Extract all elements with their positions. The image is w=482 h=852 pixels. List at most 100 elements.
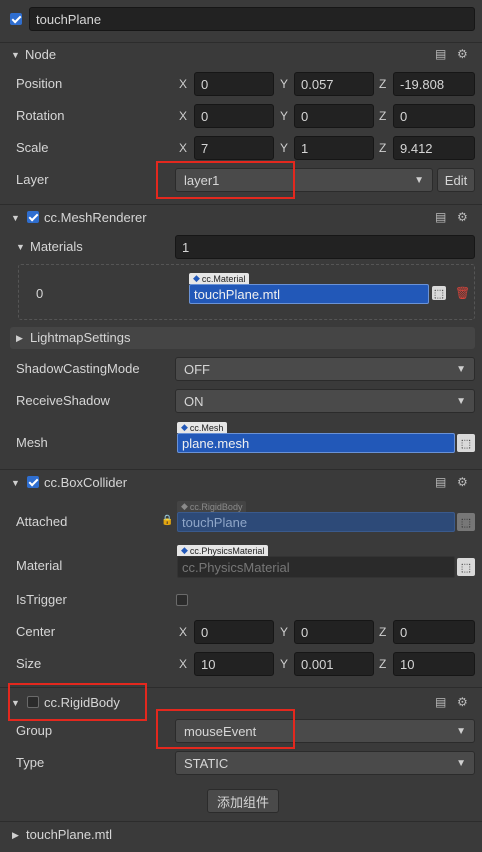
axis-x-label: X — [179, 77, 188, 91]
axis-z-label: Z — [379, 141, 387, 155]
size-label: Size — [16, 656, 42, 671]
axis-x-label: X — [179, 109, 188, 123]
caret-down-icon: ▼ — [414, 174, 424, 186]
lightmap-settings-label: LightmapSettings — [30, 330, 131, 345]
material-type-tag: ◆ cc.Material — [189, 273, 250, 284]
caret-down-icon: ▼ — [456, 725, 466, 737]
triangle-right-icon: ▶ — [16, 333, 23, 343]
boxcollider-collapse-icon[interactable]: ▼ — [11, 478, 20, 488]
scale-x-input[interactable]: 7 — [194, 136, 274, 160]
scale-y-input[interactable]: 1 — [294, 136, 374, 160]
axis-x-label: X — [179, 657, 188, 671]
gear-icon[interactable]: ⚙ — [457, 210, 468, 224]
scale-z-input[interactable]: 9.412 — [393, 136, 475, 160]
axis-z-label: Z — [379, 109, 387, 123]
caret-down-icon: ▼ — [456, 363, 466, 375]
layer-highlight-box — [156, 161, 295, 199]
caret-down-icon: ▼ — [456, 757, 466, 769]
type-label: Type — [16, 755, 45, 770]
material-slot-field[interactable]: touchPlane.mtl — [189, 284, 429, 304]
receive-shadow-label: ReceiveShadow — [16, 393, 110, 408]
rotation-label: Rotation — [16, 108, 65, 123]
mesh-field[interactable]: plane.mesh — [177, 433, 455, 453]
axis-z-label: Z — [379, 657, 387, 671]
gear-icon[interactable]: ⚙ — [457, 47, 468, 61]
triangle-right-icon[interactable]: ▶ — [12, 830, 19, 841]
axis-z-label: Z — [379, 625, 387, 639]
axis-y-label: Y — [280, 625, 289, 639]
boxcollider-title: cc.BoxCollider — [44, 475, 128, 490]
rotation-y-input[interactable]: 0 — [294, 104, 374, 128]
position-label: Position — [16, 76, 63, 91]
size-x-input[interactable]: 10 — [194, 652, 274, 676]
shadow-casting-label: ShadowCastingMode — [16, 361, 140, 376]
add-component-button[interactable]: 添加组件 — [207, 789, 279, 813]
attached-type-tag: ◆ cc.RigidBody — [177, 501, 247, 512]
pick-icon[interactable]: ⬚ — [432, 286, 446, 300]
node-name-input[interactable]: touchPlane — [29, 7, 475, 31]
mesh-type-tag: ◆ cc.Mesh — [177, 422, 228, 433]
receive-shadow-value: ON — [184, 393, 204, 409]
receive-shadow-select[interactable]: ON ▼ — [175, 389, 475, 413]
center-x-input[interactable]: 0 — [194, 620, 274, 644]
position-x-input[interactable]: 0 — [194, 72, 274, 96]
materials-count-input[interactable]: 1 — [175, 235, 475, 259]
axis-y-label: Y — [280, 141, 289, 155]
layer-edit-button[interactable]: Edit — [437, 168, 475, 192]
gear-icon[interactable]: ⚙ — [457, 695, 468, 709]
layer-label: Layer — [16, 172, 49, 187]
center-y-input[interactable]: 0 — [294, 620, 374, 644]
meshrenderer-enabled-checkbox[interactable] — [27, 211, 39, 223]
pick-icon[interactable]: ⬚ — [457, 434, 475, 452]
material-index: 0 — [36, 286, 44, 301]
rigidbody-highlight-box — [8, 683, 147, 721]
materials-label: Materials — [30, 239, 83, 254]
position-y-input[interactable]: 0.057 — [294, 72, 374, 96]
lock-icon: 🔒 — [161, 515, 174, 526]
caret-down-icon: ▼ — [456, 395, 466, 407]
type-select[interactable]: STATIC ▼ — [175, 751, 475, 775]
center-label: Center — [16, 624, 56, 639]
collider-material-type-tag: ◆ cc.PhysicsMaterial — [177, 545, 269, 556]
istrigger-checkbox[interactable] — [176, 594, 188, 606]
attached-label: Attached — [16, 514, 68, 529]
size-y-input[interactable]: 0.001 — [294, 652, 374, 676]
boxcollider-enabled-checkbox[interactable] — [27, 476, 39, 488]
position-z-input[interactable]: -19.808 — [393, 72, 475, 96]
pick-icon[interactable]: ⬚ — [457, 558, 475, 576]
istrigger-label: IsTrigger — [16, 592, 67, 607]
book-icon[interactable]: ▤ — [435, 47, 446, 61]
rotation-x-input[interactable]: 0 — [194, 104, 274, 128]
node-active-checkbox[interactable] — [10, 13, 22, 25]
trash-icon[interactable]: 🗑 — [455, 286, 470, 300]
center-z-input[interactable]: 0 — [393, 620, 475, 644]
axis-x-label: X — [179, 625, 188, 639]
materials-collapse-icon[interactable]: ▼ — [16, 242, 25, 252]
meshrenderer-title: cc.MeshRenderer — [44, 210, 147, 225]
asset-section-title[interactable]: touchPlane.mtl — [26, 827, 112, 842]
book-icon[interactable]: ▤ — [435, 695, 446, 709]
mesh-label: Mesh — [16, 435, 48, 450]
rotation-z-input[interactable]: 0 — [393, 104, 475, 128]
size-z-input[interactable]: 10 — [393, 652, 475, 676]
axis-x-label: X — [179, 141, 188, 155]
book-icon[interactable]: ▤ — [435, 475, 446, 489]
shadow-casting-value: OFF — [184, 361, 210, 377]
axis-z-label: Z — [379, 77, 387, 91]
attached-field: touchPlane — [177, 512, 455, 532]
axis-y-label: Y — [280, 657, 289, 671]
pick-icon: ⬚ — [457, 513, 475, 531]
collider-material-field[interactable]: cc.PhysicsMaterial — [177, 556, 455, 578]
scale-label: Scale — [16, 140, 49, 155]
node-section-title: Node — [25, 47, 57, 62]
group-highlight-box — [156, 709, 295, 749]
group-label: Group — [16, 723, 53, 738]
book-icon[interactable]: ▤ — [435, 210, 446, 224]
shadow-casting-select[interactable]: OFF ▼ — [175, 357, 475, 381]
meshrenderer-collapse-icon[interactable]: ▼ — [11, 213, 20, 223]
type-value: STATIC — [184, 755, 229, 771]
gear-icon[interactable]: ⚙ — [457, 475, 468, 489]
collider-material-label: Material — [16, 558, 63, 573]
node-collapse-icon[interactable]: ▼ — [11, 50, 20, 60]
axis-y-label: Y — [280, 77, 289, 91]
